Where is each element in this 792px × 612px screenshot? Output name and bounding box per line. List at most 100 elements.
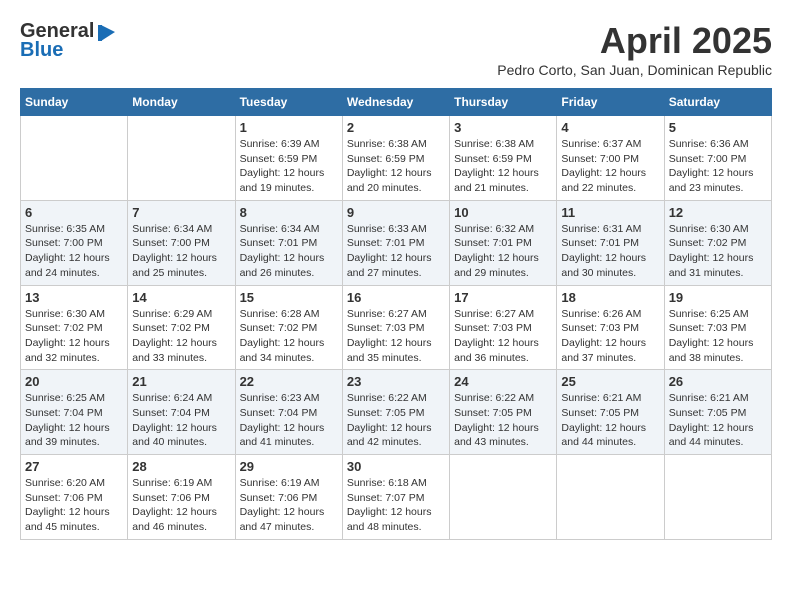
- day-number: 8: [240, 205, 338, 220]
- title-area: April 2025 Pedro Corto, San Juan, Domini…: [497, 20, 772, 78]
- calendar-cell: 1Sunrise: 6:39 AM Sunset: 6:59 PM Daylig…: [235, 116, 342, 201]
- day-info: Sunrise: 6:31 AM Sunset: 7:01 PM Dayligh…: [561, 222, 659, 281]
- page-header: General Blue April 2025 Pedro Corto, San…: [20, 20, 772, 78]
- day-info: Sunrise: 6:26 AM Sunset: 7:03 PM Dayligh…: [561, 307, 659, 366]
- day-number: 23: [347, 374, 445, 389]
- calendar-cell: [450, 455, 557, 540]
- weekday-header: Friday: [557, 89, 664, 116]
- day-number: 5: [669, 120, 767, 135]
- day-number: 12: [669, 205, 767, 220]
- calendar-cell: 25Sunrise: 6:21 AM Sunset: 7:05 PM Dayli…: [557, 370, 664, 455]
- day-info: Sunrise: 6:38 AM Sunset: 6:59 PM Dayligh…: [454, 137, 552, 196]
- calendar-cell: 24 Sunrise: 6:22 AM Sunset: 7:05 PM Dayli…: [450, 370, 557, 455]
- logo-icon: [95, 21, 117, 43]
- day-info: Sunrise: 6:33 AM Sunset: 7:01 PM Dayligh…: [347, 222, 445, 281]
- day-info: Sunrise: 6:21 AM Sunset: 7:05 PM Dayligh…: [561, 391, 659, 450]
- day-number: 17: [454, 290, 552, 305]
- day-info: Sunrise: 6:20 AM Sunset: 7:06 PM Dayligh…: [25, 476, 123, 535]
- day-number: 4: [561, 120, 659, 135]
- calendar-cell: 13 Sunrise: 6:30 AM Sunset: 7:02 PM Dayli…: [21, 285, 128, 370]
- calendar-cell: 18 Sunrise: 6:26 AM Sunset: 7:03 PM Dayli…: [557, 285, 664, 370]
- day-number: 15: [240, 290, 338, 305]
- day-number: 13: [25, 290, 123, 305]
- day-info: Sunrise: 6:36 AM Sunset: 7:00 PM Dayligh…: [669, 137, 767, 196]
- day-number: 2: [347, 120, 445, 135]
- calendar-cell: 8 Sunrise: 6:34 AM Sunset: 7:01 PM Daylig…: [235, 200, 342, 285]
- day-info: Sunrise: 6:19 AM Sunset: 7:06 PM Dayligh…: [132, 476, 230, 535]
- calendar-cell: 28 Sunrise: 6:19 AM Sunset: 7:06 PM Dayli…: [128, 455, 235, 540]
- location-subtitle: Pedro Corto, San Juan, Dominican Republi…: [497, 62, 772, 78]
- day-number: 29: [240, 459, 338, 474]
- calendar-cell: 7Sunrise: 6:34 AM Sunset: 7:00 PM Daylig…: [128, 200, 235, 285]
- day-number: 28: [132, 459, 230, 474]
- logo-blue-text: Blue: [20, 39, 63, 62]
- calendar-week-row: 27Sunrise: 6:20 AM Sunset: 7:06 PM Dayli…: [21, 455, 772, 540]
- day-number: 26: [669, 374, 767, 389]
- weekday-header: Sunday: [21, 89, 128, 116]
- calendar-cell: [128, 116, 235, 201]
- calendar-week-row: 1Sunrise: 6:39 AM Sunset: 6:59 PM Daylig…: [21, 116, 772, 201]
- day-info: Sunrise: 6:30 AM Sunset: 7:02 PM Dayligh…: [25, 307, 123, 366]
- calendar-cell: 23Sunrise: 6:22 AM Sunset: 7:05 PM Dayli…: [342, 370, 449, 455]
- day-info: Sunrise: 6:39 AM Sunset: 6:59 PM Dayligh…: [240, 137, 338, 196]
- calendar-cell: 17 Sunrise: 6:27 AM Sunset: 7:03 PM Dayli…: [450, 285, 557, 370]
- weekday-header: Monday: [128, 89, 235, 116]
- day-number: 19: [669, 290, 767, 305]
- calendar-cell: 6 Sunrise: 6:35 AM Sunset: 7:00 PM Daylig…: [21, 200, 128, 285]
- day-info: Sunrise: 6:32 AM Sunset: 7:01 PM Dayligh…: [454, 222, 552, 281]
- day-number: 30: [347, 459, 445, 474]
- day-info: Sunrise: 6:19 AM Sunset: 7:06 PM Dayligh…: [240, 476, 338, 535]
- weekday-header-row: SundayMondayTuesdayWednesdayThursdayFrid…: [21, 89, 772, 116]
- calendar-cell: 3 Sunrise: 6:38 AM Sunset: 6:59 PM Daylig…: [450, 116, 557, 201]
- calendar-cell: 16 Sunrise: 6:27 AM Sunset: 7:03 PM Dayli…: [342, 285, 449, 370]
- day-info: Sunrise: 6:27 AM Sunset: 7:03 PM Dayligh…: [347, 307, 445, 366]
- calendar-cell: 12 Sunrise: 6:30 AM Sunset: 7:02 PM Dayli…: [664, 200, 771, 285]
- calendar-cell: 5 Sunrise: 6:36 AM Sunset: 7:00 PM Daylig…: [664, 116, 771, 201]
- day-number: 6: [25, 205, 123, 220]
- day-number: 10: [454, 205, 552, 220]
- month-title: April 2025: [497, 20, 772, 62]
- day-info: Sunrise: 6:22 AM Sunset: 7:05 PM Dayligh…: [454, 391, 552, 450]
- calendar-week-row: 6 Sunrise: 6:35 AM Sunset: 7:00 PM Daylig…: [21, 200, 772, 285]
- day-number: 16: [347, 290, 445, 305]
- day-number: 11: [561, 205, 659, 220]
- calendar-cell: 20Sunrise: 6:25 AM Sunset: 7:04 PM Dayli…: [21, 370, 128, 455]
- calendar-cell: [557, 455, 664, 540]
- day-number: 18: [561, 290, 659, 305]
- calendar-table: SundayMondayTuesdayWednesdayThursdayFrid…: [20, 88, 772, 540]
- calendar-week-row: 20Sunrise: 6:25 AM Sunset: 7:04 PM Dayli…: [21, 370, 772, 455]
- weekday-header: Thursday: [450, 89, 557, 116]
- calendar-cell: 26 Sunrise: 6:21 AM Sunset: 7:05 PM Dayli…: [664, 370, 771, 455]
- day-info: Sunrise: 6:24 AM Sunset: 7:04 PM Dayligh…: [132, 391, 230, 450]
- day-info: Sunrise: 6:21 AM Sunset: 7:05 PM Dayligh…: [669, 391, 767, 450]
- calendar-cell: 21 Sunrise: 6:24 AM Sunset: 7:04 PM Dayli…: [128, 370, 235, 455]
- calendar-cell: 2 Sunrise: 6:38 AM Sunset: 6:59 PM Daylig…: [342, 116, 449, 201]
- day-number: 14: [132, 290, 230, 305]
- day-number: 3: [454, 120, 552, 135]
- weekday-header: Tuesday: [235, 89, 342, 116]
- calendar-week-row: 13 Sunrise: 6:30 AM Sunset: 7:02 PM Dayli…: [21, 285, 772, 370]
- day-info: Sunrise: 6:34 AM Sunset: 7:01 PM Dayligh…: [240, 222, 338, 281]
- day-info: Sunrise: 6:37 AM Sunset: 7:00 PM Dayligh…: [561, 137, 659, 196]
- calendar-cell: 14 Sunrise: 6:29 AM Sunset: 7:02 PM Dayli…: [128, 285, 235, 370]
- day-number: 21: [132, 374, 230, 389]
- calendar-cell: 4 Sunrise: 6:37 AM Sunset: 7:00 PM Daylig…: [557, 116, 664, 201]
- day-number: 7: [132, 205, 230, 220]
- day-number: 24: [454, 374, 552, 389]
- calendar-cell: [21, 116, 128, 201]
- day-info: Sunrise: 6:27 AM Sunset: 7:03 PM Dayligh…: [454, 307, 552, 366]
- calendar-cell: 10 Sunrise: 6:32 AM Sunset: 7:01 PM Dayli…: [450, 200, 557, 285]
- day-info: Sunrise: 6:29 AM Sunset: 7:02 PM Dayligh…: [132, 307, 230, 366]
- day-number: 9: [347, 205, 445, 220]
- day-info: Sunrise: 6:25 AM Sunset: 7:03 PM Dayligh…: [669, 307, 767, 366]
- calendar-cell: 30Sunrise: 6:18 AM Sunset: 7:07 PM Dayli…: [342, 455, 449, 540]
- day-info: Sunrise: 6:25 AM Sunset: 7:04 PM Dayligh…: [25, 391, 123, 450]
- day-info: Sunrise: 6:38 AM Sunset: 6:59 PM Dayligh…: [347, 137, 445, 196]
- day-info: Sunrise: 6:30 AM Sunset: 7:02 PM Dayligh…: [669, 222, 767, 281]
- day-info: Sunrise: 6:35 AM Sunset: 7:00 PM Dayligh…: [25, 222, 123, 281]
- calendar-cell: 11 Sunrise: 6:31 AM Sunset: 7:01 PM Dayli…: [557, 200, 664, 285]
- weekday-header: Saturday: [664, 89, 771, 116]
- calendar-cell: 19 Sunrise: 6:25 AM Sunset: 7:03 PM Dayli…: [664, 285, 771, 370]
- weekday-header: Wednesday: [342, 89, 449, 116]
- calendar-cell: 22Sunrise: 6:23 AM Sunset: 7:04 PM Dayli…: [235, 370, 342, 455]
